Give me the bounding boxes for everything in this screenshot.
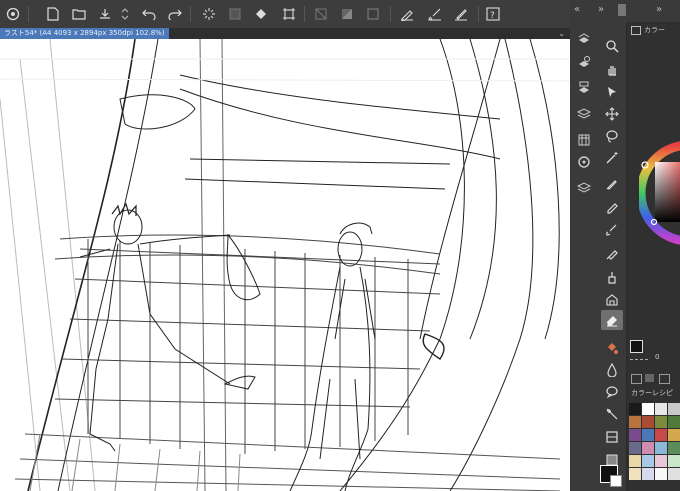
gradient-drop-icon[interactable]	[601, 360, 623, 380]
redo-icon[interactable]	[166, 5, 184, 23]
brush-tab-icon[interactable]	[618, 4, 626, 16]
color-swatch[interactable]	[629, 416, 641, 428]
layer-mask-icon[interactable]	[573, 78, 595, 98]
pen-icon[interactable]	[398, 5, 416, 23]
pen-tool-icon[interactable]	[601, 174, 623, 194]
collapse-left-icon-2[interactable]: »	[598, 4, 604, 15]
color-swatch[interactable]	[642, 429, 654, 441]
color-swatch[interactable]	[668, 429, 680, 441]
layer-property-icon[interactable]	[573, 28, 595, 48]
color-swatch[interactable]	[629, 429, 641, 441]
color-swatch[interactable]	[655, 416, 667, 428]
brush-icon[interactable]	[426, 5, 444, 23]
color-swatch[interactable]	[655, 403, 667, 415]
speech-balloon-icon[interactable]	[601, 382, 623, 402]
move-icon[interactable]	[601, 104, 623, 124]
color-swatch[interactable]	[629, 455, 641, 467]
transparent-chip[interactable]	[630, 355, 648, 360]
color-swatch[interactable]	[668, 442, 680, 454]
zoom-icon[interactable]	[601, 36, 623, 56]
new-file-icon[interactable]	[44, 5, 62, 23]
magic-wand-icon[interactable]	[601, 148, 623, 168]
color-swatch[interactable]	[642, 442, 654, 454]
chevron-down-icon[interactable]: ⌄	[558, 28, 565, 39]
palette-tab-icon-3[interactable]	[659, 374, 670, 384]
color-panel: カラー 0 カラーレシピ	[627, 22, 680, 491]
color-swatch[interactable]	[629, 403, 641, 415]
frame-icon[interactable]	[601, 427, 623, 447]
transform-icon[interactable]	[280, 5, 298, 23]
color-swatch[interactable]	[642, 455, 654, 467]
color-swatch[interactable]	[668, 416, 680, 428]
canvas-artwork	[0, 39, 570, 491]
loading-spinner-icon[interactable]	[200, 5, 218, 23]
calendar-icon[interactable]	[573, 130, 595, 150]
svg-text:?: ?	[490, 11, 495, 21]
current-color-chip[interactable]	[630, 340, 643, 353]
color-swatch[interactable]	[642, 468, 654, 480]
toolbar-divider	[190, 6, 191, 22]
ruler-icon[interactable]	[601, 404, 623, 424]
color-swatch[interactable]	[629, 442, 641, 454]
open-folder-icon[interactable]	[70, 5, 88, 23]
document-title-tab[interactable]: ラスト54* (A4 4093 x 2894px 350dpi 102.8%)	[0, 28, 169, 39]
color-swatch[interactable]	[655, 468, 667, 480]
color-panel-icon	[631, 26, 641, 35]
lasso-icon[interactable]	[601, 126, 623, 146]
save-icon[interactable]	[96, 5, 114, 23]
color-wheel[interactable]	[639, 140, 680, 245]
fill-bucket-icon[interactable]	[601, 338, 623, 358]
eraser-icon[interactable]	[601, 310, 623, 330]
palette-tab-icon-2[interactable]	[645, 374, 654, 382]
top-toolbar: ?	[0, 0, 570, 29]
help-icon[interactable]: ?	[484, 5, 502, 23]
color-swatch[interactable]	[655, 442, 667, 454]
toolbar-divider	[304, 6, 305, 22]
command-bar	[570, 22, 599, 491]
layer-search-icon[interactable]	[573, 52, 595, 72]
navigator-icon[interactable]	[573, 152, 595, 172]
toolbar-divider	[478, 6, 479, 22]
chevron-updown-icon[interactable]	[116, 5, 134, 23]
color-swatch[interactable]	[655, 429, 667, 441]
deselect-icon[interactable]	[364, 5, 382, 23]
color-swatch[interactable]	[668, 403, 680, 415]
color-value-readout: 0	[655, 353, 660, 361]
collapse-right-icon[interactable]: »	[656, 4, 662, 15]
panel-top-bar: « » »	[570, 0, 680, 23]
blend-icon[interactable]	[601, 290, 623, 310]
color-swatch[interactable]	[642, 416, 654, 428]
app-menu-icon[interactable]	[4, 5, 22, 23]
invert-selection-icon[interactable]	[338, 5, 356, 23]
clear-layer-icon[interactable]	[226, 5, 244, 23]
material-icon[interactable]	[573, 177, 595, 197]
pencil-tool-icon[interactable]	[601, 197, 623, 217]
fill-icon[interactable]	[252, 5, 270, 23]
layers-icon[interactable]	[573, 104, 595, 124]
color-swatch[interactable]	[629, 468, 641, 480]
sub-color-swatch[interactable]	[610, 475, 622, 487]
collapse-left-icon[interactable]: «	[574, 4, 580, 15]
hide-selection-icon[interactable]	[312, 5, 330, 23]
color-palette-grid	[629, 403, 680, 480]
color-tab-label[interactable]: カラー	[644, 25, 665, 35]
color-swatch[interactable]	[655, 455, 667, 467]
color-swatch[interactable]	[668, 455, 680, 467]
tool-palette	[598, 22, 627, 491]
palette-tab-icon-1[interactable]	[631, 374, 642, 384]
color-swatch[interactable]	[642, 403, 654, 415]
toolbar-divider	[390, 6, 391, 22]
right-panel: « » » カラー 0 カラーレシピ	[570, 0, 680, 491]
palette-tab-label[interactable]: カラーレシピ	[631, 388, 673, 398]
airbrush-icon[interactable]	[601, 244, 623, 264]
object-select-icon[interactable]	[601, 82, 623, 102]
pencil-icon[interactable]	[452, 5, 470, 23]
toolbar-divider	[28, 6, 29, 22]
hand-icon[interactable]	[601, 60, 623, 80]
undo-icon[interactable]	[140, 5, 158, 23]
decoration-icon[interactable]	[601, 268, 623, 288]
drawing-canvas[interactable]	[0, 39, 570, 491]
color-swatch[interactable]	[668, 468, 680, 480]
brush-tool-icon[interactable]	[601, 220, 623, 240]
